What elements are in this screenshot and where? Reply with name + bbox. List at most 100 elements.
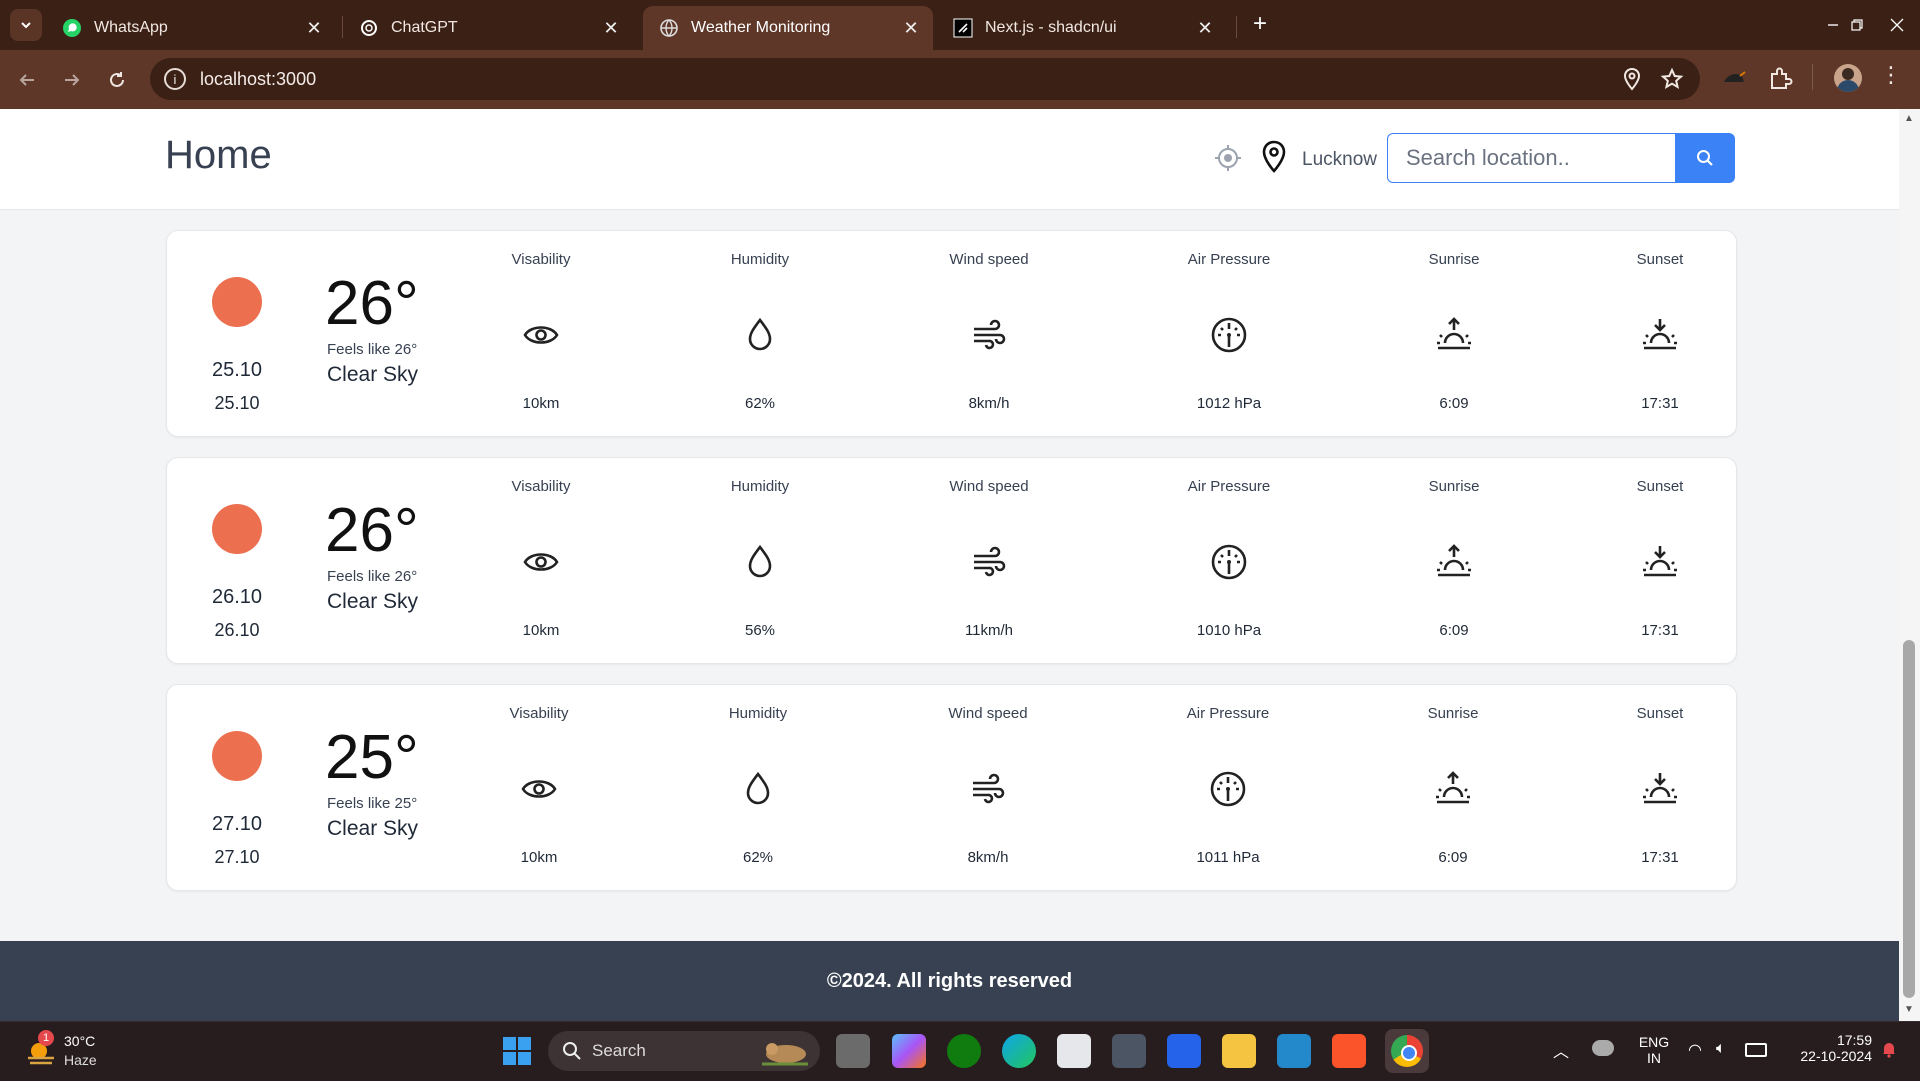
metric-sunrise: Sunrise 6:09: [1374, 458, 1534, 663]
notification-bell-icon[interactable]: [1880, 1040, 1898, 1058]
file-explorer-icon[interactable]: [1222, 1034, 1256, 1068]
metric-value: 6:09: [1438, 849, 1468, 866]
metric-label: Air Pressure: [1186, 705, 1270, 722]
gauge-icon: [1210, 771, 1246, 807]
metric-label: Sunset: [1636, 251, 1684, 268]
address-bar[interactable]: i localhost:3000: [150, 58, 1700, 100]
map-pin-icon: [1262, 140, 1286, 173]
current-location-icon[interactable]: [1213, 143, 1243, 173]
avatar[interactable]: [1834, 64, 1862, 92]
metric-wind-speed: Wind speed 8km/h: [908, 685, 1068, 890]
tab-chatgpt[interactable]: ChatGPT ✕: [343, 6, 633, 50]
battery-icon[interactable]: [1745, 1043, 1767, 1057]
globe-icon: [659, 18, 679, 38]
tab-nextjs-shadcn[interactable]: Next.js - shadcn/ui ✕: [937, 6, 1227, 50]
sunset-icon: [1643, 773, 1677, 804]
copilot-icon[interactable]: [892, 1034, 926, 1068]
tab-whatsapp[interactable]: WhatsApp ✕: [46, 6, 336, 50]
forecast-date: 25.10: [211, 359, 263, 381]
metric-value: 6:09: [1439, 395, 1469, 412]
start-button[interactable]: [500, 1034, 534, 1068]
metric-visibility: Visability 10km: [459, 685, 619, 890]
url-text: localhost:3000: [200, 68, 317, 89]
metric-label: Humidity: [728, 705, 788, 722]
metric-label: Visability: [511, 251, 571, 268]
chevron-up-icon[interactable]: ︿: [1553, 1038, 1569, 1062]
wifi-icon[interactable]: ◠: [1688, 1040, 1702, 1060]
metric-humidity: Humidity 62%: [680, 231, 840, 436]
taskbar-weather-widget[interactable]: 1 30°C Haze: [24, 1030, 144, 1072]
chevron-down-icon: [21, 22, 31, 29]
eye-icon: [523, 326, 559, 344]
clock[interactable]: 17:59 22-10-2024: [1782, 1032, 1872, 1064]
metric-value: 1011 hPa: [1196, 849, 1260, 866]
metric-sunrise: Sunrise 6:09: [1373, 685, 1533, 890]
scroll-up-arrow[interactable]: ▲: [1904, 113, 1914, 124]
sunset-icon: [1643, 319, 1677, 350]
extension-hat-icon[interactable]: [1720, 64, 1748, 92]
back-button[interactable]: [10, 63, 44, 97]
feels-like: Feels like 26°: [327, 568, 418, 585]
forecast-date-secondary: 26.10: [214, 620, 260, 640]
metric-value: 11km/h: [964, 622, 1014, 639]
edge-icon[interactable]: [1002, 1034, 1036, 1068]
metric-humidity: Humidity 62%: [678, 685, 838, 890]
metric-value: 56%: [744, 622, 776, 639]
app-m-icon[interactable]: [1167, 1034, 1201, 1068]
sun-icon: [212, 731, 262, 781]
windows-logo-icon: [503, 1037, 531, 1065]
search-input[interactable]: [1387, 133, 1675, 183]
store-icon[interactable]: [1057, 1034, 1091, 1068]
copyright-text: ©2024. All rights reserved: [826, 969, 1073, 992]
site-info-icon[interactable]: i: [164, 68, 186, 90]
vscode-icon[interactable]: [1277, 1034, 1311, 1068]
tab-weather-monitoring[interactable]: Weather Monitoring ✕: [643, 6, 933, 50]
brave-icon[interactable]: [1332, 1034, 1366, 1068]
close-icon: [1890, 18, 1904, 32]
close-icon[interactable]: ✕: [1191, 18, 1219, 39]
reload-button[interactable]: [100, 63, 134, 97]
search-button[interactable]: [1675, 133, 1735, 183]
more-menu-icon[interactable]: ⋮: [1880, 62, 1902, 88]
tab-title: WhatsApp: [94, 19, 168, 36]
xbox-icon[interactable]: [947, 1034, 981, 1068]
scrollbar-thumb[interactable]: [1903, 640, 1915, 998]
new-tab-button[interactable]: +: [1245, 10, 1275, 38]
sun-icon: [212, 504, 262, 554]
location-pin-icon[interactable]: [1620, 67, 1644, 91]
metric-value: 6:09: [1439, 622, 1469, 639]
sunrise-icon: [1436, 771, 1470, 804]
weather-description: Clear Sky: [327, 817, 419, 840]
tab-search-button[interactable]: [10, 9, 42, 41]
feels-like: Feels like 25°: [327, 795, 418, 812]
droplet-icon: [746, 771, 770, 805]
extensions-icon[interactable]: [1766, 64, 1794, 92]
tab-title: Next.js - shadcn/ui: [985, 19, 1117, 36]
metric-value: 17:31: [1641, 395, 1679, 412]
language-indicator[interactable]: ENG IN: [1634, 1034, 1674, 1066]
onedrive-icon[interactable]: [1592, 1040, 1614, 1056]
star-icon[interactable]: [1660, 67, 1684, 91]
location-name: Lucknow: [1302, 149, 1377, 170]
metric-sunset: Sunset 17:31: [1580, 685, 1740, 890]
app-hexagon-icon[interactable]: [1112, 1034, 1146, 1068]
scroll-down-arrow[interactable]: ▼: [1904, 1004, 1914, 1015]
forward-button[interactable]: [55, 63, 89, 97]
window-close-button[interactable]: [1874, 8, 1920, 42]
taskbar-search[interactable]: Search: [548, 1031, 820, 1071]
close-icon[interactable]: ✕: [897, 18, 925, 39]
metric-label: Air Pressure: [1187, 251, 1271, 268]
volume-icon[interactable]: 🔈︎: [1716, 1040, 1726, 1058]
task-view-icon[interactable]: [836, 1034, 870, 1068]
forecast-card: 26.10 26.10 26° Feels like 26° Clear Sky…: [166, 457, 1737, 664]
browser-toolbar: i localhost:3000: [0, 50, 1920, 109]
page-viewport: Home Lucknow 25.10 25.10 26° Feels like …: [0, 109, 1899, 1021]
restore-icon: [1851, 19, 1863, 31]
metric-label: Humidity: [730, 478, 790, 495]
close-icon[interactable]: ✕: [597, 18, 625, 39]
chrome-icon[interactable]: [1385, 1029, 1429, 1073]
weather-description: Clear Sky: [327, 590, 419, 613]
tab-divider: [1236, 16, 1237, 38]
page-title: Home: [165, 133, 272, 177]
close-icon[interactable]: ✕: [300, 18, 328, 39]
